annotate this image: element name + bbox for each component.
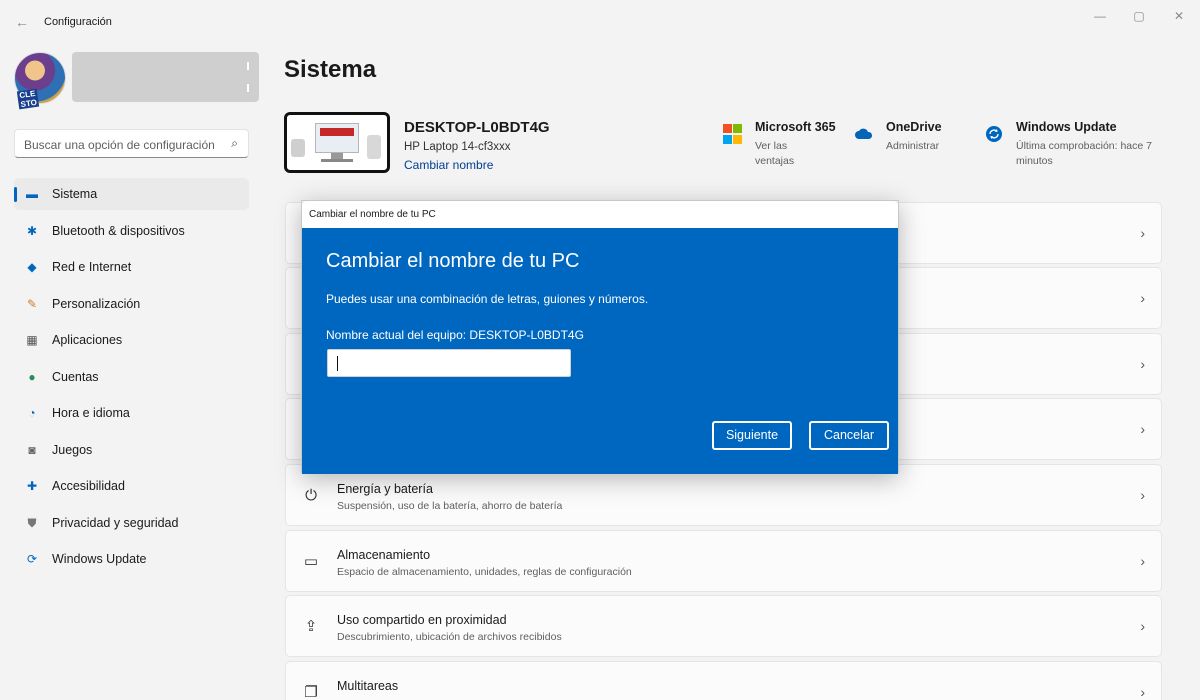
sidebar-item-red-e-internet[interactable]: ◆ Red e Internet <box>14 251 249 283</box>
clock-globe-icon: ◔ <box>28 406 36 420</box>
device-image <box>284 112 390 173</box>
accessibility-icon: ✚ <box>26 479 38 493</box>
sidebar-item-label: Hora e idioma <box>52 406 130 420</box>
profile-info-redacted <box>72 52 259 102</box>
dialog-window-title: Cambiar el nombre de tu PC <box>309 209 436 220</box>
next-button[interactable]: Siguiente <box>712 421 792 450</box>
quick-link-title: OneDrive <box>886 120 942 134</box>
share-icon: ⇪ <box>304 618 318 635</box>
sidebar-item-personalización[interactable]: ✎ Personalización <box>14 288 249 320</box>
sidebar-item-label: Cuentas <box>52 369 99 384</box>
sidebar-item-label: Juegos <box>52 442 93 457</box>
title-bar: ← Configuración — ▢ ✕ <box>0 0 1200 44</box>
monitor-icon: ▬ <box>26 187 38 201</box>
sidebar-item-label: Aplicaciones <box>52 333 123 347</box>
bluetooth-icon: ✱ <box>26 223 38 238</box>
search-input[interactable]: Buscar una opción de configuración ⌕ <box>14 129 249 158</box>
storage-icon: ▭ <box>303 553 319 570</box>
dialog-description: Puedes usar una combinación de letras, g… <box>326 292 649 306</box>
sidebar-item-hora-e-idioma[interactable]: ◔ Hora e idioma <box>14 397 249 429</box>
power-icon: ⏻ <box>305 487 317 504</box>
shield-icon: ⛊ <box>27 515 37 530</box>
quick-link-subtitle: Última comprobación: hace 7 minutos <box>1016 140 1152 167</box>
cancel-button[interactable]: Cancelar <box>809 421 889 450</box>
sidebar-item-label: Personalización <box>52 296 141 311</box>
quick-link-subtitle: Administrar <box>886 140 940 152</box>
settings-card-subtitle: Suspensión, uso de la batería, ahorro de… <box>337 500 563 512</box>
sidebar-item-accesibilidad[interactable]: ✚ Accesibilidad <box>14 470 249 502</box>
settings-card[interactable]: ⇪ Uso compartido en proximidad Descubrimie… <box>285 595 1162 657</box>
quick-link-title: Windows Update <box>1016 120 1117 134</box>
gamepad-icon: ◙ <box>28 442 36 457</box>
chevron-right-icon: › <box>1140 618 1145 634</box>
text-caret <box>337 356 338 371</box>
settings-card[interactable]: ❐ Multitareas › <box>285 661 1162 700</box>
update-icon: ⟳ <box>26 552 38 566</box>
rename-link[interactable]: Cambiar nombre <box>404 158 493 172</box>
chevron-right-icon: › <box>1140 553 1145 569</box>
back-arrow-icon[interactable]: ← <box>12 12 32 32</box>
chevron-right-icon: › <box>1140 225 1145 241</box>
current-pc-name: Nombre actual del equipo: DESKTOP-L0BDT4… <box>326 328 584 342</box>
windows-update-icon <box>984 124 1004 144</box>
sidebar-item-cuentas[interactable]: ● Cuentas <box>14 361 249 393</box>
device-name: DESKTOP-L0BDT4G <box>404 119 550 136</box>
sidebar-item-juegos[interactable]: ◙ Juegos <box>14 434 249 466</box>
sidebar-item-label: Privacidad y seguridad <box>52 515 179 530</box>
sidebar-item-label: Red e Internet <box>52 260 132 274</box>
new-pc-name-input[interactable] <box>327 349 571 377</box>
chevron-right-icon: › <box>1140 356 1145 372</box>
chevron-right-icon: › <box>1140 290 1145 306</box>
settings-card-title: Uso compartido en proximidad <box>337 613 507 627</box>
onedrive-cloud-icon <box>854 124 874 144</box>
rename-pc-dialog: Cambiar el nombre de tu PC Cambiar el no… <box>301 200 899 474</box>
settings-card[interactable]: ▭ Almacenamiento Espacio de almacenamiento… <box>285 530 1162 592</box>
multitask-icon: ❐ <box>304 684 318 700</box>
quick-link-title: Microsoft 365 <box>755 120 836 134</box>
close-button[interactable]: ✕ <box>1164 6 1194 26</box>
apps-icon: ▦ <box>26 333 38 347</box>
quick-link-subtitle: Ver las ventajas <box>755 140 795 167</box>
settings-card-title: Multitareas <box>337 679 399 693</box>
sidebar-item-sistema[interactable]: ▬ Sistema <box>14 178 249 210</box>
sidebar-item-label: Windows Update <box>52 552 147 566</box>
sidebar-item-windows-update[interactable]: ⟳ Windows Update <box>14 543 249 575</box>
microsoft-logo-icon <box>723 124 743 144</box>
wifi-icon: ◆ <box>27 260 37 274</box>
chevron-right-icon: › <box>1140 421 1145 437</box>
sidebar-item-bluetooth-dispositivos[interactable]: ✱ Bluetooth & dispositivos <box>14 215 249 247</box>
dialog-title-bar: Cambiar el nombre de tu PC <box>302 201 898 228</box>
device-model: HP Laptop 14-cf3xxx <box>404 141 511 153</box>
sidebar-nav: ▬ Sistema ✱ Bluetooth & dispositivos ◆ Red e … <box>14 178 249 580</box>
sidebar-item-aplicaciones[interactable]: ▦ Aplicaciones <box>14 324 249 356</box>
sidebar-item-label: Accesibilidad <box>52 479 125 493</box>
settings-card-title: Almacenamiento <box>337 548 431 562</box>
dialog-heading: Cambiar el nombre de tu PC <box>326 250 580 272</box>
avatar-text: CLE STO <box>16 88 40 110</box>
sidebar-item-label: Sistema <box>52 187 98 201</box>
brush-icon: ✎ <box>26 296 38 311</box>
settings-card-title: Energía y batería <box>337 482 433 496</box>
chevron-right-icon: › <box>1140 487 1145 503</box>
page-title: Sistema <box>284 56 377 83</box>
app-title: Configuración <box>44 16 112 28</box>
chevron-right-icon: › <box>1140 684 1145 700</box>
search-icon[interactable]: ⌕ <box>231 136 238 151</box>
sidebar-item-privacidad-y-seguridad[interactable]: ⛊ Privacidad y seguridad <box>14 507 249 539</box>
maximize-button[interactable]: ▢ <box>1124 6 1154 26</box>
search-placeholder: Buscar una opción de configuración <box>24 138 215 152</box>
settings-card-subtitle: Descubrimiento, ubicación de archivos re… <box>337 631 562 643</box>
person-icon: ● <box>28 369 36 384</box>
minimize-button[interactable]: — <box>1085 6 1115 26</box>
dialog-body: Cambiar el nombre de tu PC Puedes usar u… <box>302 228 898 474</box>
sidebar-item-label: Bluetooth & dispositivos <box>52 223 185 238</box>
settings-card-subtitle: Espacio de almacenamiento, unidades, reg… <box>337 566 632 578</box>
